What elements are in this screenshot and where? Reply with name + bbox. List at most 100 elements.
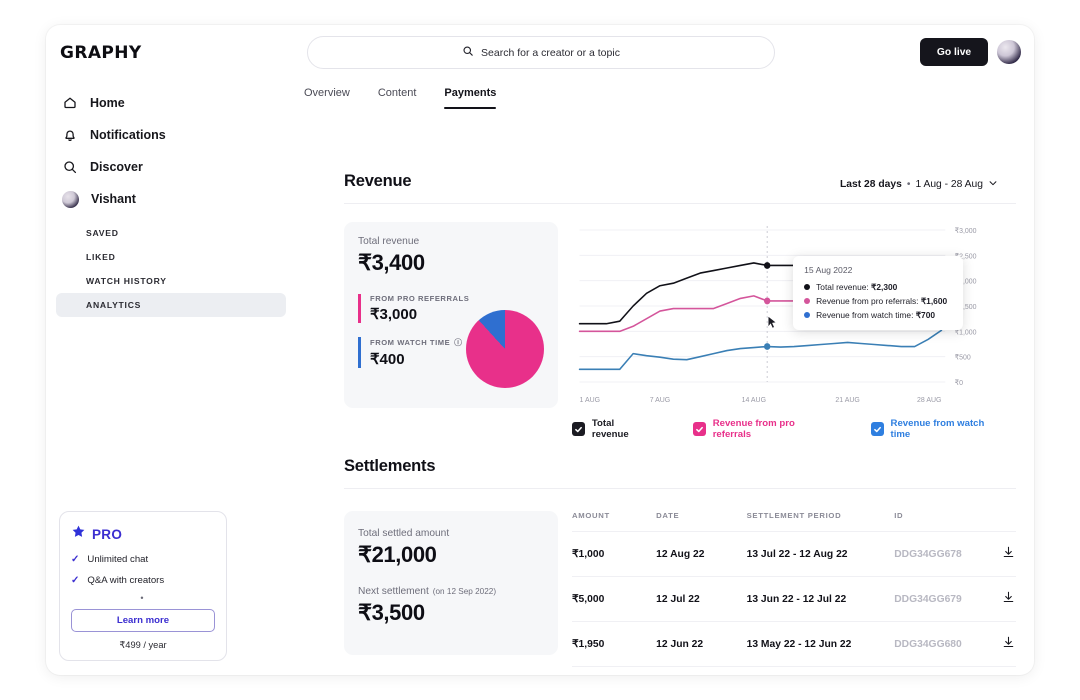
tooltip-label: Revenue from watch time: ₹700 bbox=[816, 310, 935, 320]
pro-feature-label: Q&A with creators bbox=[87, 575, 164, 586]
sidebar-sub-label: SAVED bbox=[86, 228, 119, 238]
y-axis-tick-label: ₹0 bbox=[955, 378, 963, 387]
total-revenue-label: Total revenue bbox=[358, 236, 544, 247]
legend-label: Revenue from watch time bbox=[891, 418, 998, 440]
app-logo: GRAPHY bbox=[60, 43, 142, 63]
total-revenue-value: ₹3,400 bbox=[358, 250, 544, 276]
y-axis-tick-label: ₹3,000 bbox=[955, 226, 977, 235]
go-live-button[interactable]: Go live bbox=[920, 38, 988, 66]
legend-item-total-revenue[interactable]: Total revenue bbox=[572, 418, 649, 440]
tab-payments[interactable]: Payments bbox=[444, 87, 496, 109]
sidebar-item-notifications[interactable]: Notifications bbox=[56, 119, 286, 151]
col-date: DATE bbox=[656, 511, 746, 532]
tooltip-date: 15 Aug 2022 bbox=[804, 265, 952, 275]
pro-feature-label: Unlimited chat bbox=[87, 554, 148, 565]
cell-amount: ₹1,000 bbox=[572, 532, 656, 577]
date-range-separator: • bbox=[907, 179, 911, 190]
sidebar-item-saved[interactable]: SAVED bbox=[56, 221, 286, 245]
tooltip-row: Revenue from watch time: ₹700 bbox=[804, 310, 952, 320]
y-axis-tick-label: ₹500 bbox=[955, 352, 971, 361]
tooltip-label: Total revenue: ₹2,300 bbox=[816, 282, 897, 292]
next-settlement-value: ₹3,500 bbox=[358, 600, 544, 626]
search-input[interactable]: Search for a creator or a topic bbox=[307, 36, 775, 69]
page-title: Revenue bbox=[344, 172, 411, 191]
tooltip-row: Total revenue: ₹2,300 bbox=[804, 282, 952, 292]
sidebar-sub-label: ANALYTICS bbox=[86, 300, 141, 310]
tooltip-label: Revenue from pro referrals: ₹1,600 bbox=[816, 296, 947, 306]
pro-title: PRO bbox=[92, 527, 122, 542]
next-settlement-label: Next settlement bbox=[358, 586, 429, 597]
chart-legend: Total revenue Revenue from pro referrals… bbox=[572, 418, 998, 440]
tooltip-value: ₹700 bbox=[916, 310, 935, 320]
pro-referrals-label-text: FROM PRO REFERRALS bbox=[370, 294, 469, 303]
home-icon bbox=[62, 95, 78, 111]
chart-point-highlight bbox=[764, 343, 770, 350]
cell-settlement-period: 13 Jun 22 - 12 Jul 22 bbox=[747, 577, 895, 622]
pro-feature: ✓ Q&A with creators bbox=[71, 575, 215, 586]
cell-date: 12 Aug 22 bbox=[656, 532, 746, 577]
col-download bbox=[1001, 511, 1016, 532]
download-icon[interactable] bbox=[1001, 577, 1016, 622]
x-axis-tick-label: 7 AUG bbox=[650, 395, 671, 404]
search-placeholder: Search for a creator or a topic bbox=[481, 47, 620, 59]
checkbox-pro-referrals[interactable] bbox=[693, 422, 706, 436]
table-row: ₹5,00012 Jul 2213 Jun 22 - 12 Jul 22DDG3… bbox=[572, 577, 1016, 622]
settlement-summary-card: Total settled amount ₹21,000 Next settle… bbox=[344, 511, 558, 655]
tab-content[interactable]: Content bbox=[378, 87, 417, 109]
settlements-header: Settlements bbox=[344, 457, 1016, 476]
checkbox-total-revenue[interactable] bbox=[572, 422, 585, 436]
legend-item-pro-referrals[interactable]: Revenue from pro referrals bbox=[693, 418, 827, 440]
x-axis-tick-label: 28 AUG bbox=[917, 395, 942, 404]
settlements-table-wrap: AMOUNT DATE SETTLEMENT PERIOD ID ₹1,0001… bbox=[572, 511, 1016, 675]
pro-feature: ✓ Unlimited chat bbox=[71, 554, 215, 565]
cell-settlement-period: 13 May 22 - 12 Jun 22 bbox=[747, 622, 895, 667]
cell-amount: ₹1,300 bbox=[572, 667, 656, 676]
mouse-cursor-icon bbox=[768, 316, 776, 328]
check-icon: ✓ bbox=[71, 554, 79, 565]
revenue-section: Revenue Last 28 days • 1 Aug - 28 Aug To… bbox=[344, 172, 1016, 447]
cell-amount: ₹1,950 bbox=[572, 622, 656, 667]
tooltip-value: ₹1,600 bbox=[921, 296, 947, 306]
download-icon[interactable] bbox=[1001, 532, 1016, 577]
tab-overview[interactable]: Overview bbox=[304, 87, 350, 109]
download-icon[interactable] bbox=[1001, 667, 1016, 676]
sidebar-item-analytics[interactable]: ANALYTICS bbox=[56, 293, 286, 317]
sidebar-nav: Home Notifications Discover bbox=[56, 87, 286, 317]
chart-line-revenue-from-watch-time bbox=[580, 330, 942, 369]
sidebar-item-discover[interactable]: Discover bbox=[56, 151, 286, 183]
chart-point-highlight bbox=[764, 262, 770, 269]
avatar bbox=[62, 191, 79, 208]
cell-id: DDG34GG679 bbox=[894, 577, 1001, 622]
settlements-section: Settlements Total settled amount ₹21,000… bbox=[344, 457, 1016, 511]
sidebar-item-profile[interactable]: Vishant bbox=[56, 183, 286, 215]
table-row: ₹1,30012 May 2213 Apr 22 - 12 May 22DDG3… bbox=[572, 667, 1016, 676]
pro-card-header: PRO bbox=[71, 524, 215, 544]
chevron-down-icon bbox=[988, 178, 998, 191]
legend-item-watch-time[interactable]: Revenue from watch time bbox=[871, 418, 998, 440]
info-icon[interactable]: ⓘ bbox=[454, 337, 462, 348]
table-row: ₹1,95012 Jun 2213 May 22 - 12 Jun 22DDG3… bbox=[572, 622, 1016, 667]
sidebar-item-home[interactable]: Home bbox=[56, 87, 286, 119]
legend-label: Total revenue bbox=[592, 418, 649, 440]
sidebar-item-liked[interactable]: LIKED bbox=[56, 245, 286, 269]
carousel-dots[interactable]: • bbox=[71, 593, 215, 603]
table-header-row: AMOUNT DATE SETTLEMENT PERIOD ID bbox=[572, 511, 1016, 532]
learn-more-button[interactable]: Learn more bbox=[71, 609, 215, 632]
sidebar-sub-nav: SAVED LIKED WATCH HISTORY ANALYTICS bbox=[56, 221, 286, 317]
cell-id: DDG34GG680 bbox=[894, 622, 1001, 667]
star-icon bbox=[71, 524, 86, 544]
pro-referrals-label: FROM PRO REFERRALS bbox=[370, 294, 544, 303]
pro-price: ₹499 / year bbox=[71, 640, 215, 651]
download-icon[interactable] bbox=[1001, 622, 1016, 667]
user-avatar[interactable] bbox=[997, 40, 1021, 64]
search-icon bbox=[462, 44, 474, 62]
revenue-line-chart: ₹3,000₹2,500₹2,000₹1,500₹1,000₹500₹01 AU… bbox=[572, 222, 998, 437]
cell-date: 12 May 22 bbox=[656, 667, 746, 676]
date-range-label: Last 28 days bbox=[840, 179, 902, 190]
revenue-header: Revenue Last 28 days • 1 Aug - 28 Aug bbox=[344, 172, 1016, 191]
checkbox-watch-time[interactable] bbox=[871, 422, 884, 436]
tooltip-value: ₹2,300 bbox=[871, 282, 897, 292]
sidebar-item-watch-history[interactable]: WATCH HISTORY bbox=[56, 269, 286, 293]
date-range-selector[interactable]: Last 28 days • 1 Aug - 28 Aug bbox=[840, 178, 998, 191]
cell-amount: ₹5,000 bbox=[572, 577, 656, 622]
